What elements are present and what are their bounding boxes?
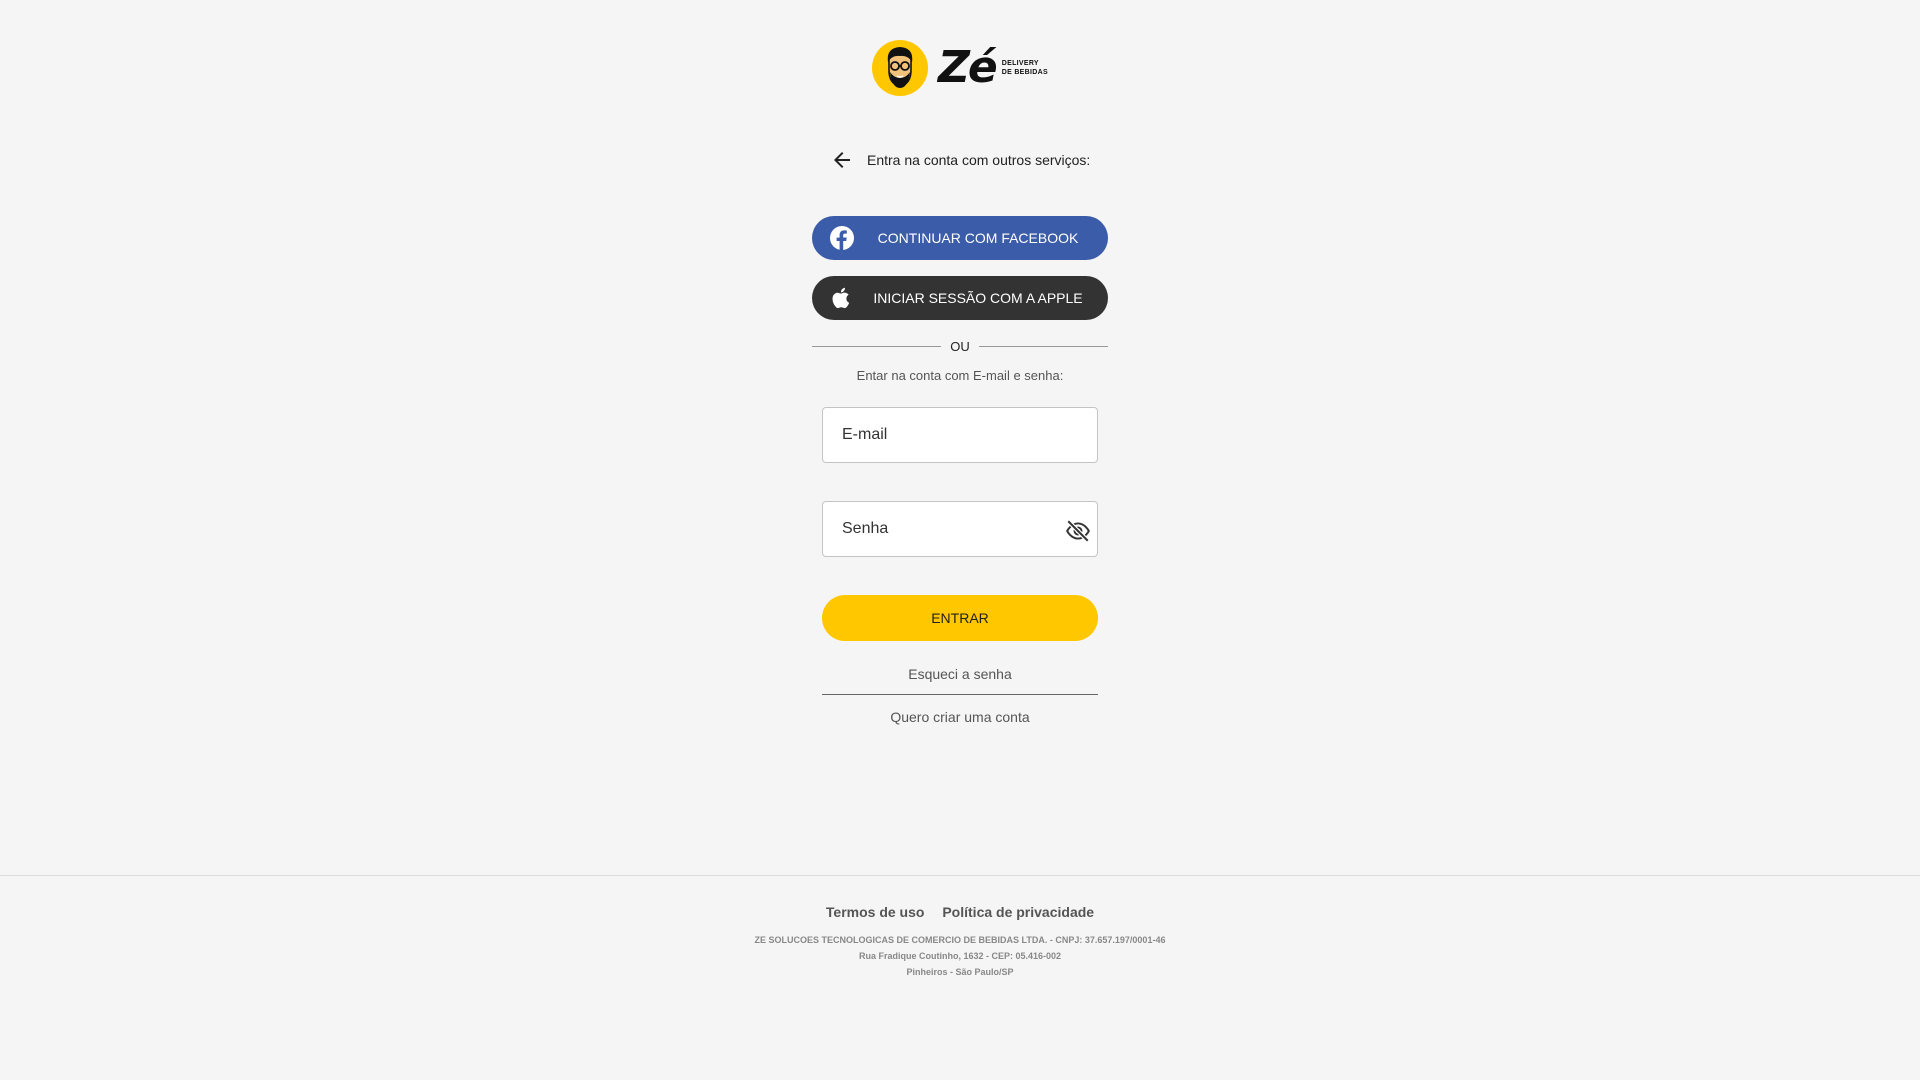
email-login-hint: Entar na conta com E-mail e senha: xyxy=(856,368,1064,383)
password-input[interactable] xyxy=(823,502,1097,556)
or-divider: OU xyxy=(812,336,1108,356)
divider-line-right xyxy=(978,345,1108,347)
divider-line-left xyxy=(812,345,942,347)
email-field-container xyxy=(822,407,1098,463)
facebook-login-label: CONTINUAR COM FACEBOOK xyxy=(877,230,1079,246)
links-separator xyxy=(822,694,1098,695)
terms-link[interactable]: Termos de uso xyxy=(826,904,925,920)
legal-city-line: Pinheiros - São Paulo/SP xyxy=(906,967,1014,977)
forgot-password-link[interactable]: Esqueci a senha xyxy=(822,666,1098,682)
privacy-link[interactable]: Política de privacidade xyxy=(942,904,1094,920)
arrow-left-icon[interactable] xyxy=(830,148,854,172)
brand-tagline: DELIVERY DE BEBIDAS xyxy=(1001,60,1048,76)
eye-off-icon[interactable] xyxy=(1065,518,1091,544)
brand-wordmark: Zé xyxy=(938,42,998,93)
footer-links: Termos de uso Política de privacidade xyxy=(0,904,1920,920)
login-page: Zé DELIVERY DE BEBIDAS Entra na conta co… xyxy=(0,0,1920,875)
apple-login-button[interactable]: INICIAR SESSÃO COM A APPLE xyxy=(812,276,1108,320)
other-services-header: Entra na conta com outros serviços: xyxy=(830,148,1100,172)
password-field-container xyxy=(822,501,1098,557)
footer: Termos de uso Política de privacidade ZE… xyxy=(0,875,1920,1080)
or-label: OU xyxy=(950,338,970,354)
ze-delivery-logo[interactable]: Zé DELIVERY DE BEBIDAS xyxy=(872,38,1048,98)
legal-company-line: ZE SOLUCOES TECNOLOGICAS DE COMERCIO DE … xyxy=(754,935,1166,945)
facebook-login-button[interactable]: CONTINUAR COM FACEBOOK xyxy=(812,216,1108,260)
create-account-link[interactable]: Quero criar uma conta xyxy=(822,709,1098,725)
other-services-text: Entra na conta com outros serviços: xyxy=(867,152,1091,168)
ze-mascot-icon xyxy=(872,40,928,96)
legal-address-line: Rua Fradique Coutinho, 1632 - CEP: 05.41… xyxy=(858,951,1062,961)
apple-login-label: INICIAR SESSÃO COM A APPLE xyxy=(873,290,1083,306)
email-input[interactable] xyxy=(823,408,1097,462)
submit-login-button[interactable]: ENTRAR xyxy=(822,595,1098,641)
